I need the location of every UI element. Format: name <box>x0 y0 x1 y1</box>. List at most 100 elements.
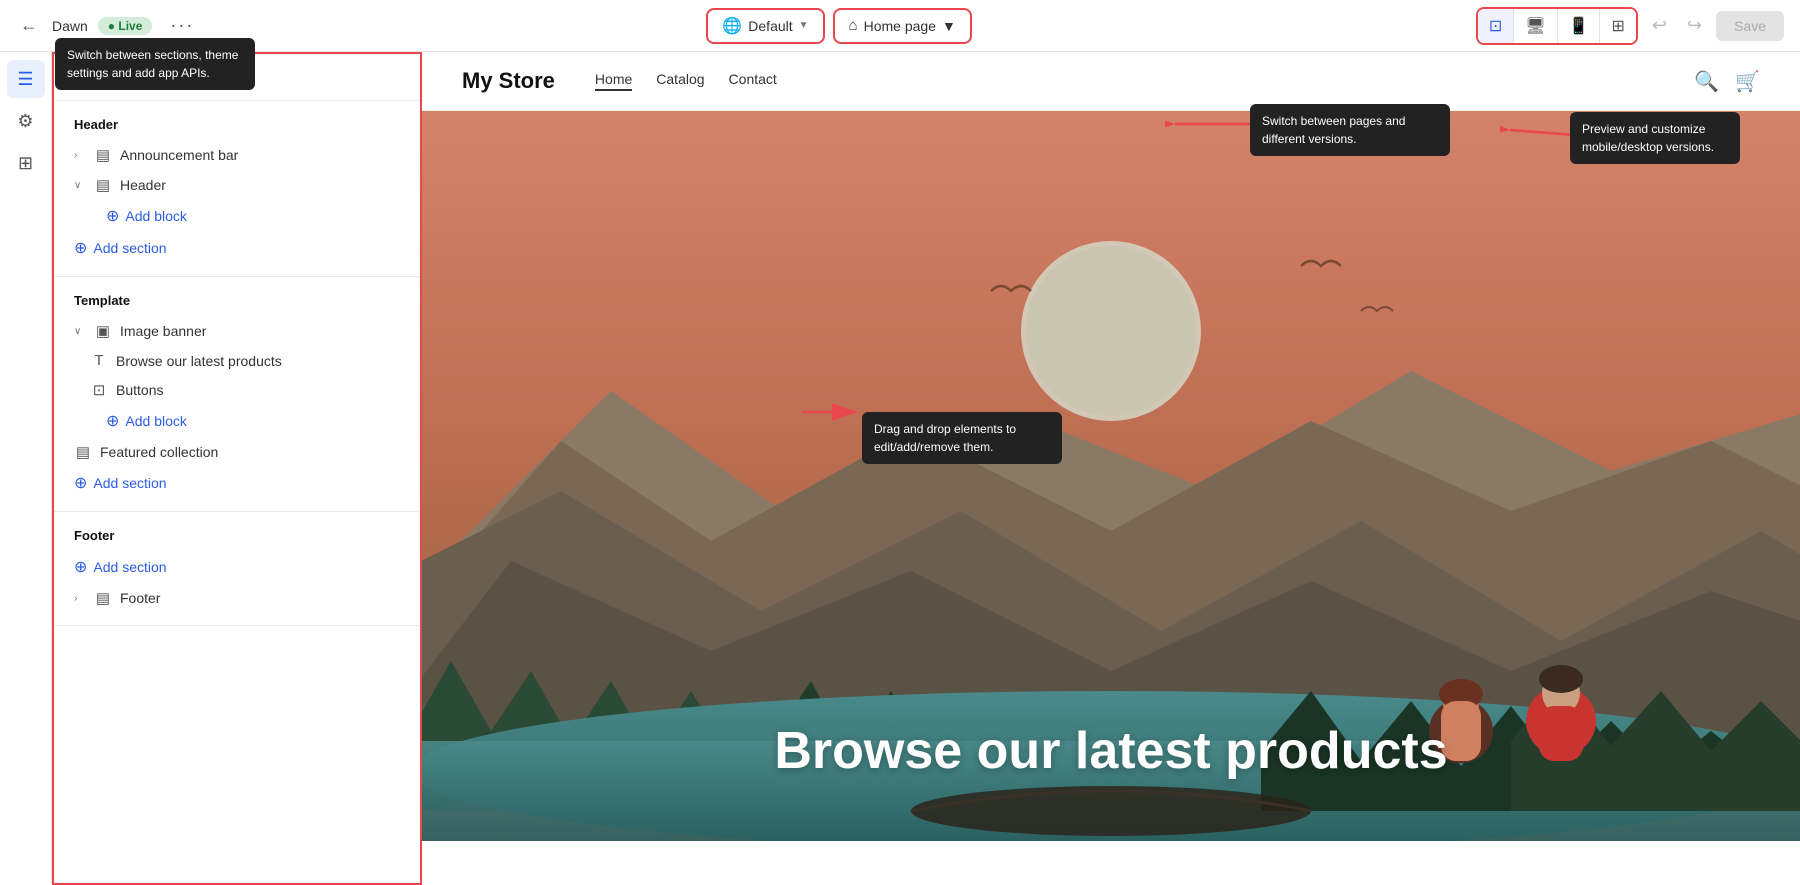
search-icon[interactable]: 🔍 <box>1694 69 1719 94</box>
header-section-group: Header › ▤ Announcement bar ∨ ▤ Header ⊕… <box>54 101 420 277</box>
apps-sidebar-button[interactable]: ⊞ <box>7 144 45 182</box>
hero-section: Browse our latest products <box>422 111 1800 841</box>
add-section-button-header[interactable]: ⊕ Add section <box>54 232 420 264</box>
chevron-down-icon-header: ∨ <box>74 180 86 191</box>
nav-link-home[interactable]: Home <box>595 71 632 91</box>
more-button[interactable]: ··· <box>162 11 202 40</box>
redo-button[interactable]: ↪ <box>1681 11 1708 40</box>
announcement-bar-item[interactable]: › ▤ Announcement bar <box>54 140 420 170</box>
preview-area: My Store Home Catalog Contact 🔍 🛒 <box>422 52 1800 885</box>
store-preview: My Store Home Catalog Contact 🔍 🛒 <box>422 52 1800 885</box>
footer-label: Footer <box>120 590 160 606</box>
header-item[interactable]: ∨ ▤ Header <box>54 170 420 200</box>
chevron-down-icon-banner: ∨ <box>74 326 86 337</box>
default-dropdown-button[interactable]: 🌐 Default ▼ <box>706 8 824 44</box>
app-view-button[interactable]: ⊞ <box>1600 9 1635 43</box>
left-panel-header: Home page <box>54 54 420 101</box>
chevron-right-footer-icon: › <box>74 593 86 604</box>
add-section-label-footer: Add section <box>93 559 166 575</box>
text-icon: T <box>90 352 108 369</box>
save-button[interactable]: Save <box>1716 11 1784 41</box>
store-nav-links: Home Catalog Contact <box>595 71 777 91</box>
sections-sidebar-button[interactable]: ☰ <box>7 60 45 98</box>
section-icon: ▤ <box>94 146 112 164</box>
plus-icon: ⊕ <box>106 206 119 226</box>
featured-collection-label: Featured collection <box>100 444 218 460</box>
plus-icon-4: ⊕ <box>74 473 87 493</box>
add-block-button-template[interactable]: ⊕ Add block <box>54 405 420 437</box>
footer-icon: ▤ <box>94 589 112 607</box>
topbar-center: 🌐 Default ▼ ⌂ Home page ▼ <box>214 8 1463 44</box>
wide-desktop-view-button[interactable]: ⊡ <box>1478 9 1514 43</box>
wide-desktop-icon: ⊡ <box>1489 18 1502 35</box>
main-area: ☰ ⚙ ⊞ Home page Header › ▤ Announcement … <box>0 52 1800 885</box>
drag-arrow-svg <box>797 382 877 442</box>
browse-products-label: Browse our latest products <box>116 353 282 369</box>
plus-icon-3: ⊕ <box>106 411 119 431</box>
featured-collection-item[interactable]: ▤ Featured collection <box>54 437 420 467</box>
back-button[interactable]: ← <box>16 11 42 40</box>
chevron-down-icon-2: ▼ <box>942 18 956 34</box>
page-label: Home page <box>864 18 936 34</box>
topbar-right: ⊡ 🖥 📱 ⊞ ↩ ↪ Save <box>1476 7 1784 45</box>
default-label: Default <box>748 18 792 34</box>
image-banner-label: Image banner <box>120 323 206 339</box>
template-section-group: Template ∨ ▣ Image banner T Browse our l… <box>54 277 420 512</box>
app-icon: ⊞ <box>1611 18 1624 35</box>
header-section-title: Header <box>54 113 420 140</box>
app-name: Dawn <box>52 18 88 34</box>
add-section-button-template[interactable]: ⊕ Add section <box>54 467 420 499</box>
footer-section-title: Footer <box>54 524 420 551</box>
footer-item[interactable]: › ▤ Footer <box>54 583 420 613</box>
add-section-label-template: Add section <box>93 475 166 491</box>
mobile-icon: 📱 <box>1569 18 1589 35</box>
buttons-label: Buttons <box>116 382 163 398</box>
preview-arrow-svg <box>1500 120 1580 150</box>
header-label: Header <box>120 177 166 193</box>
buttons-icon: ⊡ <box>90 381 108 399</box>
view-buttons-group: ⊡ 🖥 📱 ⊞ <box>1476 7 1638 45</box>
store-logo: My Store <box>462 68 555 94</box>
chevron-down-icon: ▼ <box>799 20 809 31</box>
store-navigation: My Store Home Catalog Contact 🔍 🛒 <box>422 52 1800 111</box>
plus-icon-5: ⊕ <box>74 557 87 577</box>
undo-button[interactable]: ↩ <box>1646 11 1673 40</box>
image-banner-icon: ▣ <box>94 322 112 340</box>
home-icon: ⌂ <box>849 17 858 34</box>
live-badge[interactable]: ● Live <box>98 17 153 35</box>
nav-link-contact[interactable]: Contact <box>729 71 777 91</box>
desktop-view-button[interactable]: 🖥 <box>1514 9 1557 43</box>
store-nav-icons: 🔍 🛒 <box>1694 69 1760 94</box>
announcement-bar-label: Announcement bar <box>120 147 238 163</box>
apps-icon: ⊞ <box>18 153 33 174</box>
gear-icon: ⚙ <box>17 111 33 132</box>
page-dropdown-button[interactable]: ⌂ Home page ▼ <box>833 8 972 44</box>
topbar-left: ← Dawn ● Live ··· Switch between section… <box>16 11 202 40</box>
settings-sidebar-button[interactable]: ⚙ <box>7 102 45 140</box>
nav-link-catalog[interactable]: Catalog <box>656 71 704 91</box>
cart-icon[interactable]: 🛒 <box>1735 69 1760 94</box>
add-block-label: Add block <box>125 208 186 224</box>
buttons-item[interactable]: ⊡ Buttons <box>54 375 420 405</box>
featured-icon: ▤ <box>74 443 92 461</box>
desktop-icon: 🖥 <box>1525 18 1545 35</box>
icon-sidebar: ☰ ⚙ ⊞ <box>0 52 52 885</box>
chevron-right-icon: › <box>74 150 86 161</box>
footer-section-group: Footer ⊕ Add section › ▤ Footer <box>54 512 420 626</box>
template-section-title: Template <box>54 289 420 316</box>
header-section-icon: ▤ <box>94 176 112 194</box>
mobile-view-button[interactable]: 📱 <box>1558 9 1601 43</box>
browse-products-item[interactable]: T Browse our latest products <box>54 346 420 375</box>
add-section-label-header: Add section <box>93 240 166 256</box>
plus-icon-2: ⊕ <box>74 238 87 258</box>
globe-icon: 🌐 <box>722 16 742 36</box>
add-block-label-template: Add block <box>125 413 186 429</box>
add-block-button-header[interactable]: ⊕ Add block <box>54 200 420 232</box>
pages-arrow-svg <box>1165 114 1255 134</box>
left-panel: Home page Header › ▤ Announcement bar ∨ … <box>52 52 422 885</box>
hero-text: Browse our latest products <box>774 721 1447 781</box>
topbar: ← Dawn ● Live ··· Switch between section… <box>0 0 1800 52</box>
add-section-button-footer[interactable]: ⊕ Add section <box>54 551 420 583</box>
image-banner-item[interactable]: ∨ ▣ Image banner <box>54 316 420 346</box>
sections-icon: ☰ <box>17 69 33 90</box>
